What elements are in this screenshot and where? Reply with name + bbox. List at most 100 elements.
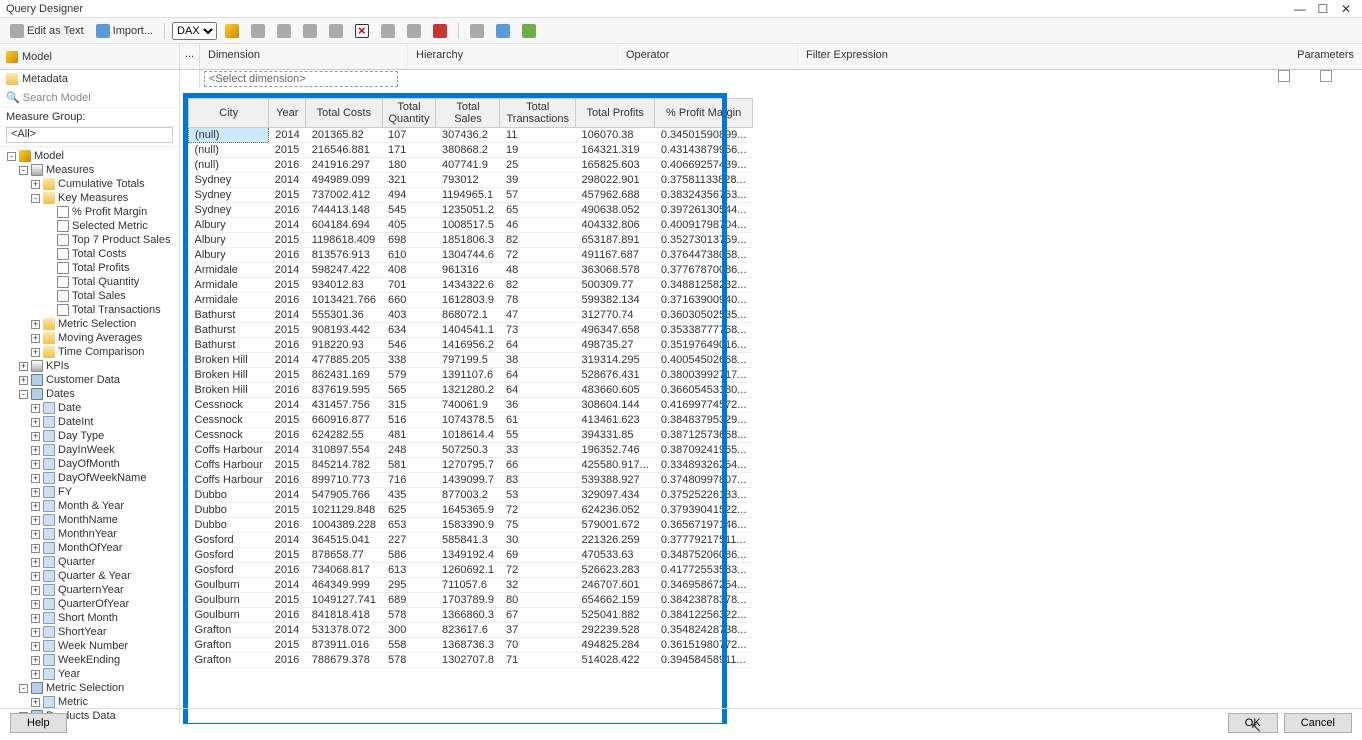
- table-row[interactable]: Cessnock2014431457.756315740061.93630860…: [189, 398, 753, 413]
- tree-node[interactable]: -Metric Selection: [0, 681, 179, 695]
- expand-toggle[interactable]: +: [31, 600, 40, 609]
- tree-node[interactable]: +MonthOfYear: [0, 541, 179, 555]
- tree-node[interactable]: +ShortYear: [0, 625, 179, 639]
- tb-icon-4[interactable]: [299, 22, 321, 40]
- language-select[interactable]: DAX: [172, 22, 217, 40]
- tree-node[interactable]: +QuarternYear: [0, 583, 179, 597]
- expand-toggle[interactable]: +: [31, 558, 40, 567]
- table-row[interactable]: Goulburn2014464349.999295711057.63224670…: [189, 578, 753, 593]
- table-row[interactable]: Broken Hill2014477885.205338797199.53831…: [189, 353, 753, 368]
- expand-toggle[interactable]: +: [31, 404, 40, 413]
- tree-node[interactable]: +DateInt: [0, 415, 179, 429]
- table-row[interactable]: Coffs Harbour2016899710.7737161439099.78…: [189, 473, 753, 488]
- table-row[interactable]: Grafton2016788679.3785781302707.87151402…: [189, 653, 753, 668]
- tree-node[interactable]: +Metric Selection: [0, 317, 179, 331]
- table-row[interactable]: Gosford2016734068.8176131260692.17252662…: [189, 563, 753, 578]
- expand-toggle[interactable]: +: [31, 642, 40, 651]
- tree-node[interactable]: +WeekEnding: [0, 653, 179, 667]
- tree-node[interactable]: +Short Month: [0, 611, 179, 625]
- table-row[interactable]: Dubbo20161004389.2286531583390.975579001…: [189, 518, 753, 533]
- table-row[interactable]: Albury2014604184.6944051008517.546404332…: [189, 218, 753, 233]
- table-row[interactable]: Armidale20161013421.7666601612803.978599…: [189, 293, 753, 308]
- tb-icon-9[interactable]: [429, 22, 451, 40]
- param-check-2[interactable]: [1320, 70, 1332, 82]
- tree-node[interactable]: +KPIs: [0, 359, 179, 373]
- expand-toggle[interactable]: -: [19, 390, 28, 399]
- expand-toggle[interactable]: +: [31, 614, 40, 623]
- tb-icon-5[interactable]: [325, 22, 347, 40]
- expand-toggle[interactable]: +: [31, 544, 40, 553]
- tree-node[interactable]: +Date: [0, 401, 179, 415]
- tree-node[interactable]: Total Costs: [0, 247, 179, 261]
- table-row[interactable]: Sydney2015737002.4124941194965.157457962…: [189, 188, 753, 203]
- table-row[interactable]: Goulburn2016841818.4185781366860.3675250…: [189, 608, 753, 623]
- tree-node[interactable]: +FY: [0, 485, 179, 499]
- maximize-button[interactable]: ☐: [1313, 2, 1333, 16]
- metadata-tab[interactable]: Metadata: [0, 70, 180, 88]
- table-row[interactable]: Armidale2014598247.42240896131648363068.…: [189, 263, 753, 278]
- expand-toggle[interactable]: +: [31, 502, 40, 511]
- table-row[interactable]: (null)2015216546.881171380868.219164321.…: [189, 143, 753, 158]
- tree-node[interactable]: -Key Measures: [0, 191, 179, 205]
- expand-toggle[interactable]: +: [19, 376, 28, 385]
- column-header[interactable]: Total Costs: [306, 99, 382, 128]
- column-header[interactable]: Total Profits: [576, 99, 655, 128]
- tree-node[interactable]: -Measures: [0, 163, 179, 177]
- tree-node[interactable]: +DayOfWeekName: [0, 471, 179, 485]
- expand-toggle[interactable]: +: [31, 656, 40, 665]
- expand-toggle[interactable]: +: [31, 418, 40, 427]
- table-row[interactable]: Cessnock2015660916.8775161074378.5614134…: [189, 413, 753, 428]
- table-row[interactable]: Sydney2016744413.1485451235051.265490638…: [189, 203, 753, 218]
- tb-icon-8[interactable]: [403, 22, 425, 40]
- table-row[interactable]: Gosford2015878658.775861349192.469470533…: [189, 548, 753, 563]
- table-row[interactable]: Armidale2015934012.837011434322.68250030…: [189, 278, 753, 293]
- table-row[interactable]: Coffs Harbour2015845214.7825811270795.76…: [189, 458, 753, 473]
- table-row[interactable]: Albury20151198618.4096981851806.38265318…: [189, 233, 753, 248]
- table-row[interactable]: Coffs Harbour2014310897.554248507250.333…: [189, 443, 753, 458]
- expand-toggle[interactable]: +: [31, 446, 40, 455]
- expand-toggle[interactable]: +: [31, 586, 40, 595]
- table-row[interactable]: Broken Hill2016837619.5955651321280.2644…: [189, 383, 753, 398]
- expand-toggle[interactable]: +: [31, 698, 40, 707]
- table-row[interactable]: Dubbo2014547905.766435877003.253329097.4…: [189, 488, 753, 503]
- expand-toggle[interactable]: +: [31, 516, 40, 525]
- expand-toggle[interactable]: +: [31, 432, 40, 441]
- close-button[interactable]: ✕: [1336, 2, 1356, 16]
- tree-node[interactable]: % Profit Margin: [0, 205, 179, 219]
- expand-toggle[interactable]: +: [31, 530, 40, 539]
- tb-icon-11[interactable]: [492, 22, 514, 40]
- tree-node[interactable]: Total Sales: [0, 289, 179, 303]
- table-row[interactable]: Gosford2014364515.041227585841.330221326…: [189, 533, 753, 548]
- tree-node[interactable]: +Moving Averages: [0, 331, 179, 345]
- tree-node[interactable]: +QuarterOfYear: [0, 597, 179, 611]
- table-row[interactable]: Bathurst2015908193.4426341404541.1734963…: [189, 323, 753, 338]
- table-row[interactable]: Broken Hill2015862431.1695791391107.6645…: [189, 368, 753, 383]
- tb-icon-7[interactable]: [377, 22, 399, 40]
- edit-as-text-button[interactable]: Edit as Text: [6, 22, 88, 40]
- expand-toggle[interactable]: +: [31, 488, 40, 497]
- table-row[interactable]: Bathurst2014555301.36403868072.147312770…: [189, 308, 753, 323]
- tree-node[interactable]: Top 7 Product Sales: [0, 233, 179, 247]
- tree-node[interactable]: +DayInWeek: [0, 443, 179, 457]
- tree-node[interactable]: +Week Number: [0, 639, 179, 653]
- tree-node[interactable]: Total Transactions: [0, 303, 179, 317]
- table-row[interactable]: Bathurst2016918220.935461416956.26449873…: [189, 338, 753, 353]
- expand-toggle[interactable]: +: [31, 180, 40, 189]
- column-header[interactable]: Total Transactions: [500, 99, 576, 128]
- tree-node[interactable]: +Day Type: [0, 429, 179, 443]
- tree-node[interactable]: +Month & Year: [0, 499, 179, 513]
- expand-toggle[interactable]: +: [31, 572, 40, 581]
- expand-toggle[interactable]: +: [31, 474, 40, 483]
- expand-toggle[interactable]: +: [31, 334, 40, 343]
- table-row[interactable]: Grafton2015873911.0165581368736.37049482…: [189, 638, 753, 653]
- tree-node[interactable]: +DayOfMonth: [0, 457, 179, 471]
- table-row[interactable]: Sydney2014494989.09932179301239298022.90…: [189, 173, 753, 188]
- tb-icon-1[interactable]: [221, 22, 243, 40]
- tree-node[interactable]: +Time Comparison: [0, 345, 179, 359]
- tb-icon-12[interactable]: [518, 22, 540, 40]
- search-input[interactable]: 🔍 Search Model: [0, 88, 179, 108]
- expand-toggle[interactable]: -: [19, 684, 28, 693]
- expand-toggle[interactable]: -: [19, 166, 28, 175]
- table-row[interactable]: Albury2016813576.9136101304744.672491167…: [189, 248, 753, 263]
- tree-node[interactable]: Total Profits: [0, 261, 179, 275]
